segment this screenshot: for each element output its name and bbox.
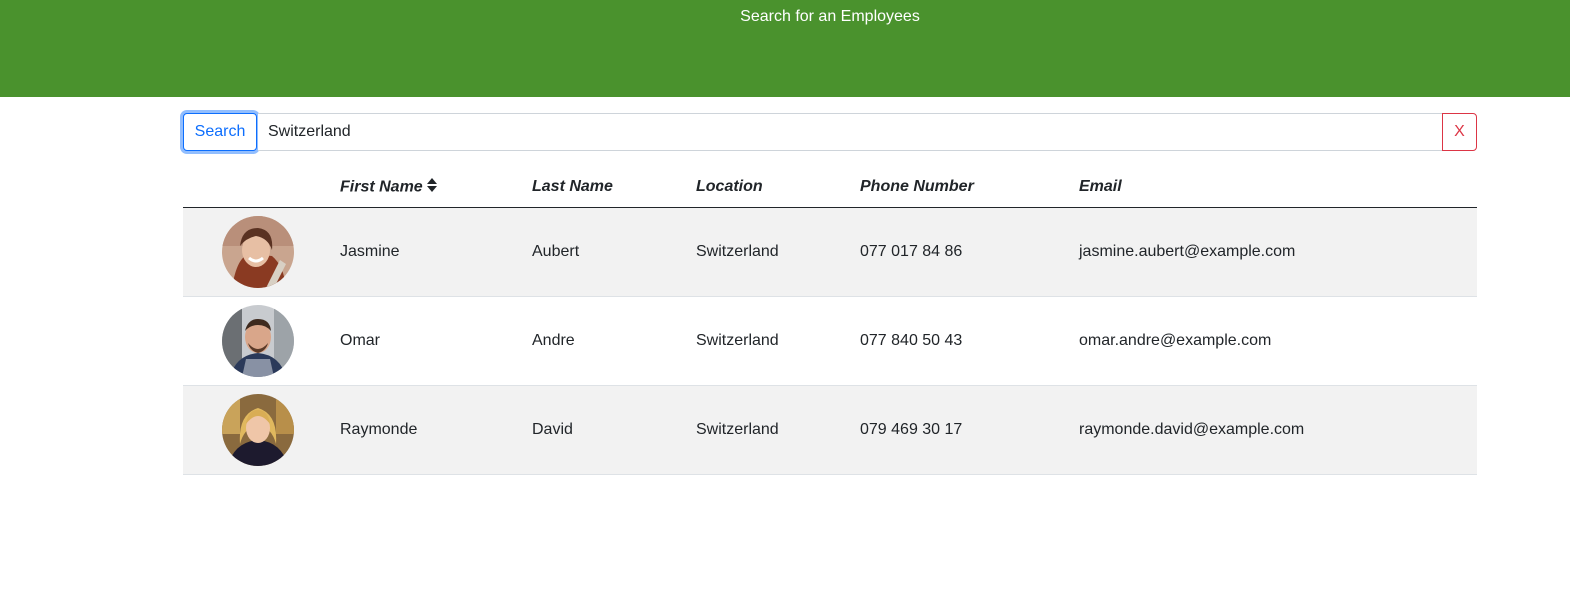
column-header-phone-number: Phone Number — [860, 178, 974, 195]
avatar — [222, 305, 294, 377]
cell-phone: 077 017 84 86 — [860, 243, 963, 260]
employee-table: First Name Last Name Location Phone Numb… — [183, 166, 1477, 475]
avatar — [222, 394, 294, 466]
table-row: Omar Andre Switzerland 077 840 50 43 oma… — [183, 297, 1477, 386]
table-header: First Name Last Name Location Phone Numb… — [183, 166, 1477, 208]
cell-first-name: Omar — [340, 332, 380, 349]
cell-last-name: Aubert — [532, 243, 580, 260]
search-bar: Search X — [183, 113, 1477, 151]
search-input[interactable] — [258, 113, 1443, 151]
cell-location: Switzerland — [696, 421, 779, 438]
cell-email: omar.andre@example.com — [1079, 332, 1272, 349]
search-button[interactable]: Search — [183, 113, 257, 151]
cell-phone: 079 469 30 17 — [860, 421, 963, 438]
avatar — [222, 216, 294, 288]
cell-last-name: Andre — [532, 332, 575, 349]
cell-first-name: Jasmine — [340, 243, 400, 260]
table-row: Raymonde David Switzerland 079 469 30 17… — [183, 386, 1477, 475]
cell-phone: 077 840 50 43 — [860, 332, 963, 349]
cell-first-name: Raymonde — [340, 421, 418, 438]
cell-location: Switzerland — [696, 243, 779, 260]
cell-last-name: David — [532, 421, 573, 438]
clear-search-button[interactable]: X — [1442, 113, 1477, 151]
page-header: Search for an Employees — [0, 0, 1570, 97]
sort-icon[interactable] — [426, 178, 437, 197]
column-header-label: First Name — [340, 178, 423, 196]
cell-email: raymonde.david@example.com — [1079, 421, 1305, 438]
cell-location: Switzerland — [696, 332, 779, 349]
column-header-last-name: Last Name — [532, 178, 613, 195]
column-header-first-name[interactable]: First Name — [340, 178, 437, 197]
column-header-email: Email — [1079, 178, 1122, 195]
table-row: Jasmine Aubert Switzerland 077 017 84 86… — [183, 208, 1477, 297]
column-header-location: Location — [696, 178, 763, 195]
cell-email: jasmine.aubert@example.com — [1079, 243, 1296, 260]
page-title: Search for an Employees — [740, 8, 920, 25]
